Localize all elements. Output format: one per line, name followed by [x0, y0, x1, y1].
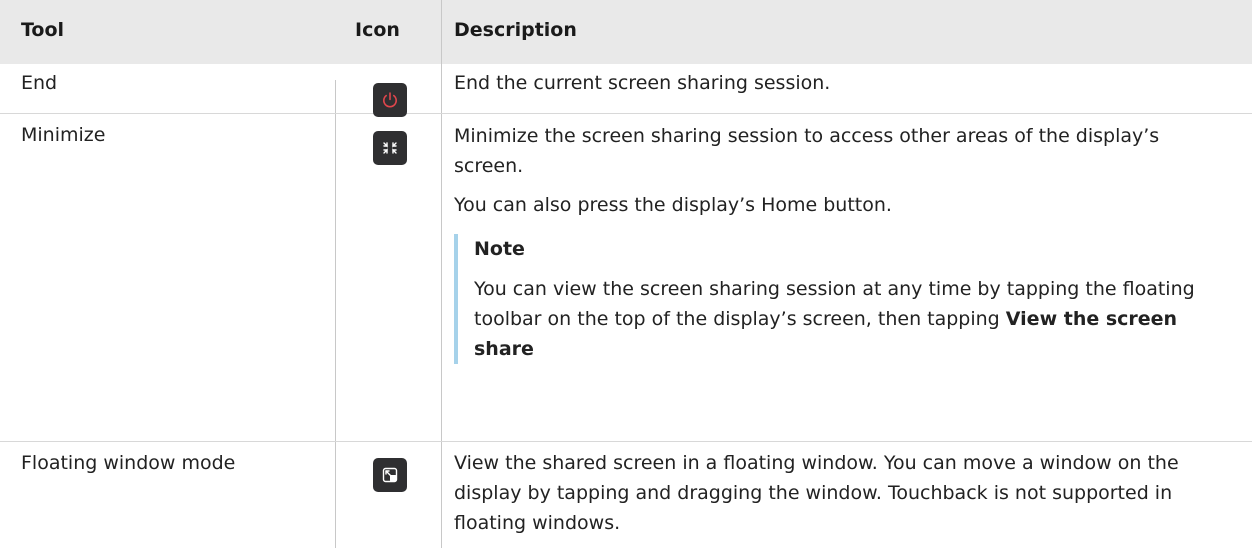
minimize-icon — [373, 131, 407, 165]
column-divider-1 — [335, 80, 336, 548]
table-header: Tool Icon Description — [0, 0, 1252, 64]
description-text: Minimize the screen sharing session to a… — [454, 125, 1160, 177]
tool-description: View the shared screen in a floating win… — [454, 448, 1234, 547]
header-description: Description — [454, 19, 577, 41]
note-callout: Note You can view the screen sharing ses… — [454, 234, 1234, 364]
tool-name: Minimize — [21, 124, 106, 146]
description-text: End the current screen sharing session. — [454, 72, 831, 94]
note-title: Note — [474, 238, 525, 260]
floating-window-icon — [373, 458, 407, 492]
tool-description: End the current screen sharing session. — [454, 68, 1234, 107]
row-separator-2 — [0, 441, 1252, 442]
tools-table: Tool Icon Description End End the curren… — [0, 0, 1252, 548]
tool-description: Minimize the screen sharing session to a… — [454, 121, 1234, 373]
header-icon: Icon — [355, 19, 400, 41]
tool-name: End — [21, 72, 58, 94]
header-tool: Tool — [21, 19, 65, 41]
power-icon — [373, 83, 407, 117]
description-text: View the shared screen in a floating win… — [454, 452, 1179, 534]
row-separator-1 — [0, 113, 1252, 114]
note-body: You can view the screen sharing session … — [474, 278, 1195, 360]
column-divider-2 — [441, 0, 442, 548]
tool-name: Floating window mode — [21, 452, 236, 474]
description-extra: You can also press the display’s Home bu… — [454, 194, 892, 216]
